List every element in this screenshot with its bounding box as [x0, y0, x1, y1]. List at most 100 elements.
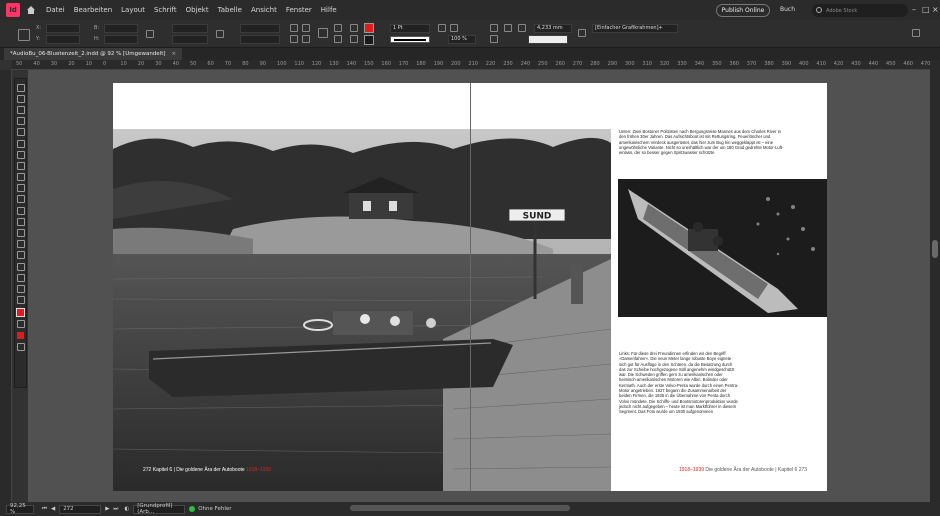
corner-shape-field[interactable] — [528, 35, 568, 44]
zoom-field[interactable]: 92,25 % — [6, 503, 34, 515]
gradient-feather-tool-icon[interactable] — [16, 240, 25, 249]
hand-tool-icon[interactable] — [16, 273, 25, 282]
apply-formatting-icon[interactable] — [17, 331, 24, 339]
screen-mode-icon[interactable] — [16, 342, 25, 351]
page-spread[interactable]: SUND Unten: Zwei Bostoner Polizisten nac… — [113, 83, 827, 491]
horizontal-scrollbar[interactable] — [350, 505, 570, 511]
gradient-tool-icon[interactable] — [16, 229, 25, 238]
gap-tool-icon[interactable] — [16, 117, 25, 126]
vertical-scroll-thumb[interactable] — [932, 240, 938, 258]
document-tab[interactable]: *AudioBu_06-Bluetenzeit_2.indd @ 92 % [U… — [4, 48, 183, 60]
p-icon[interactable] — [318, 28, 328, 38]
vertical-ruler[interactable] — [0, 70, 12, 502]
workspace-switcher[interactable]: Buch — [780, 6, 795, 13]
fill-stroke-toggle-icon[interactable] — [16, 296, 25, 305]
type-tool-icon[interactable] — [16, 139, 25, 148]
scale-y-field[interactable] — [172, 35, 208, 44]
fill-swatch[interactable] — [364, 23, 374, 33]
content-collector-icon[interactable] — [16, 128, 25, 137]
prev-page-icon[interactable]: ◀ — [51, 506, 55, 512]
object-style-select[interactable]: [Einfacher Grafikrahmen]+ — [592, 24, 678, 33]
ruler-tick-label: 410 — [816, 61, 826, 67]
pasteboard[interactable]: SUND Unten: Zwei Bostoner Polizisten nac… — [28, 70, 930, 502]
flip-horizontal-icon[interactable] — [302, 24, 310, 32]
caption-top[interactable]: Unten: Zwei Bostoner Polizisten nach Ber… — [619, 129, 789, 155]
select-next-icon[interactable] — [350, 35, 358, 43]
menu-datei[interactable]: Datei — [46, 6, 65, 14]
pen-tool-icon[interactable] — [16, 161, 25, 170]
width-field[interactable] — [104, 24, 138, 33]
stock-search-input[interactable]: Adobe Stock — [812, 4, 908, 17]
rotate-cw-icon[interactable] — [290, 24, 298, 32]
ruler-tick-label: 470 — [920, 61, 930, 67]
close-tab-icon[interactable]: × — [172, 51, 177, 57]
selection-tool-icon[interactable] — [16, 83, 25, 92]
page-number-field[interactable]: 272 — [59, 504, 102, 514]
scale-x-field[interactable] — [172, 24, 208, 33]
align-top-icon[interactable] — [490, 35, 498, 43]
lightning-icon[interactable] — [912, 29, 920, 37]
free-transform-tool-icon[interactable] — [16, 217, 25, 226]
constrain-link-icon[interactable] — [146, 30, 154, 38]
fill-color-swatch[interactable] — [16, 307, 25, 317]
stroke-type-field[interactable] — [390, 36, 430, 43]
minimize-icon[interactable]: – — [912, 5, 916, 14]
corner-size-field[interactable]: 4,233 mm — [534, 24, 572, 33]
boat-photo[interactable] — [618, 179, 827, 317]
publish-online-button[interactable]: Publish Online — [716, 4, 770, 17]
preflight-profile-select[interactable]: [Grundprofil] (Arb... — [133, 503, 186, 515]
eyedropper-tool-icon[interactable] — [16, 262, 25, 271]
h-label: H: — [94, 36, 100, 42]
wrap-icon[interactable] — [504, 24, 512, 32]
autofit-icon[interactable] — [578, 29, 586, 37]
menu-ansicht[interactable]: Ansicht — [251, 6, 277, 14]
shear-field[interactable] — [240, 35, 280, 44]
pencil-tool-icon[interactable] — [16, 173, 25, 182]
menu-hilfe[interactable]: Hilfe — [321, 6, 337, 14]
maximize-icon[interactable]: □ — [922, 5, 930, 14]
close-icon[interactable]: × — [932, 5, 939, 14]
next-page-icon[interactable]: ▶ — [105, 506, 109, 512]
reference-point-icon[interactable] — [18, 29, 30, 41]
menu-bearbeiten[interactable]: Bearbeiten — [74, 6, 112, 14]
horizontal-ruler[interactable]: 50 40 30 20 10 0 10 20 30 40 50 60 70 80 90 100 110 120 13… — [12, 60, 930, 70]
constrain-scale-icon[interactable] — [216, 30, 224, 38]
apply-color-icon[interactable] — [16, 320, 25, 329]
vertical-scrollbar[interactable] — [930, 60, 940, 502]
select-content-icon[interactable] — [334, 35, 342, 43]
rotation-field[interactable] — [240, 24, 280, 33]
rotate-ccw-icon[interactable] — [290, 35, 298, 43]
effects-icon[interactable] — [450, 24, 458, 32]
menu-layout[interactable]: Layout — [121, 6, 145, 14]
select-container-icon[interactable] — [334, 24, 342, 32]
stroke-swatch[interactable] — [364, 35, 374, 45]
line-tool-icon[interactable] — [16, 150, 25, 159]
rectangle-frame-tool-icon[interactable] — [16, 184, 25, 193]
flip-vertical-icon[interactable] — [302, 35, 310, 43]
first-page-icon[interactable]: ⏮ — [42, 506, 47, 513]
menu-fenster[interactable]: Fenster — [286, 6, 312, 14]
menu-objekt[interactable]: Objekt — [186, 6, 209, 14]
main-photo[interactable]: SUND — [113, 129, 611, 491]
note-tool-icon[interactable] — [16, 251, 25, 260]
select-previous-icon[interactable] — [350, 24, 358, 32]
scissors-tool-icon[interactable] — [16, 206, 25, 215]
home-icon[interactable] — [24, 3, 38, 17]
menu-schrift[interactable]: Schrift — [154, 6, 177, 14]
menu-tabelle[interactable]: Tabelle — [218, 6, 242, 14]
frame-fitting-icon[interactable] — [518, 24, 526, 32]
stroke-weight-field[interactable]: 1 Pt — [390, 24, 430, 33]
opacity-field[interactable]: 100 % — [448, 35, 476, 44]
align-left-icon[interactable] — [490, 24, 498, 32]
page-tool-icon[interactable] — [16, 105, 25, 114]
y-field[interactable] — [46, 35, 80, 44]
preflight-status[interactable]: Ohne Fehler — [198, 506, 231, 512]
height-field[interactable] — [104, 35, 138, 44]
zoom-tool-icon[interactable] — [16, 284, 25, 293]
direct-selection-tool-icon[interactable] — [16, 94, 25, 103]
drop-shadow-icon[interactable] — [438, 24, 446, 32]
last-page-icon[interactable]: ⏭ — [113, 506, 118, 513]
rectangle-tool-icon[interactable] — [16, 195, 25, 204]
caption-bottom[interactable]: Links: Für diese drei Freundinnen erfind… — [619, 351, 739, 415]
x-field[interactable] — [46, 24, 80, 33]
